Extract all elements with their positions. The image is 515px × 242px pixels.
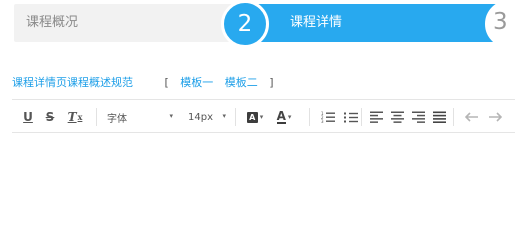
strikethrough-button[interactable]: S bbox=[42, 107, 58, 127]
step-2-number: 2 bbox=[237, 10, 253, 37]
step-3-number: 3 bbox=[493, 9, 508, 35]
clear-format-icon: T bbox=[67, 110, 77, 124]
clear-format-subscript: x bbox=[77, 112, 83, 122]
align-left-button[interactable] bbox=[367, 107, 385, 127]
toolbar-divider bbox=[96, 108, 97, 126]
align-left-icon bbox=[369, 111, 383, 123]
background-color-icon: A bbox=[246, 111, 258, 123]
unordered-list-icon bbox=[344, 112, 358, 123]
font-size-select[interactable]: 14px ▾ bbox=[188, 107, 228, 127]
redo-button[interactable] bbox=[486, 107, 504, 127]
ordered-list-button[interactable]: 1 2 3 bbox=[319, 107, 337, 127]
editor-content-area[interactable] bbox=[12, 134, 515, 242]
undo-button[interactable] bbox=[463, 107, 481, 127]
underline-icon: U bbox=[23, 110, 33, 124]
background-color-button[interactable]: A ▾ bbox=[244, 107, 266, 127]
align-center-icon bbox=[390, 111, 404, 123]
step-course-overview-label: 课程概况 bbox=[26, 15, 79, 30]
chevron-down-icon: ▾ bbox=[222, 112, 226, 120]
font-color-icon: A bbox=[276, 108, 286, 124]
editor-toolbar: U S Tx 字体 ▾ 14px ▾ A ▾ A ▾ 1 2 3 bbox=[12, 99, 515, 133]
svg-text:3: 3 bbox=[321, 119, 324, 123]
strikethrough-icon: S bbox=[45, 110, 55, 124]
font-size-value: 14px bbox=[188, 111, 213, 123]
toolbar-divider bbox=[309, 108, 310, 126]
font-family-value: 字体 bbox=[107, 113, 127, 125]
chevron-down-icon: ▾ bbox=[169, 112, 173, 120]
unordered-list-button[interactable] bbox=[342, 107, 360, 127]
chevron-down-icon: ▾ bbox=[259, 113, 264, 121]
font-color-button[interactable]: A ▾ bbox=[272, 107, 296, 127]
step-2-number-badge: 2 bbox=[221, 0, 269, 48]
undo-icon bbox=[465, 112, 478, 122]
progress-steps: 课程概况 课程详情 2 3 bbox=[0, 0, 515, 48]
template-two-link[interactable]: 模板二 bbox=[225, 76, 258, 89]
underline-button[interactable]: U bbox=[20, 107, 36, 127]
bracket-close: ] bbox=[269, 76, 274, 89]
align-justify-button[interactable] bbox=[430, 107, 448, 127]
align-center-button[interactable] bbox=[388, 107, 406, 127]
clear-format-button[interactable]: Tx bbox=[65, 107, 85, 127]
step-course-details[interactable]: 课程详情 bbox=[248, 4, 510, 42]
toolbar-divider bbox=[361, 108, 362, 126]
chevron-down-icon: ▾ bbox=[287, 113, 292, 121]
bracket-open: [ bbox=[164, 76, 169, 89]
align-right-button[interactable] bbox=[409, 107, 427, 127]
template-links-row: 课程详情页课程概述规范 [ 模板一 模板二 ] bbox=[12, 74, 278, 92]
toolbar-divider bbox=[235, 108, 236, 126]
template-one-link[interactable]: 模板一 bbox=[180, 76, 213, 89]
course-overview-guide-link[interactable]: 课程详情页课程概述规范 bbox=[12, 76, 133, 89]
step-course-details-label: 课程详情 bbox=[290, 15, 343, 30]
redo-icon bbox=[489, 112, 502, 122]
ordered-list-icon: 1 2 3 bbox=[321, 111, 335, 123]
align-justify-icon bbox=[432, 111, 446, 123]
font-family-select[interactable]: 字体 ▾ bbox=[107, 107, 175, 127]
toolbar-divider bbox=[453, 108, 454, 126]
align-right-icon bbox=[411, 111, 425, 123]
step-course-overview[interactable]: 课程概况 bbox=[14, 4, 254, 42]
